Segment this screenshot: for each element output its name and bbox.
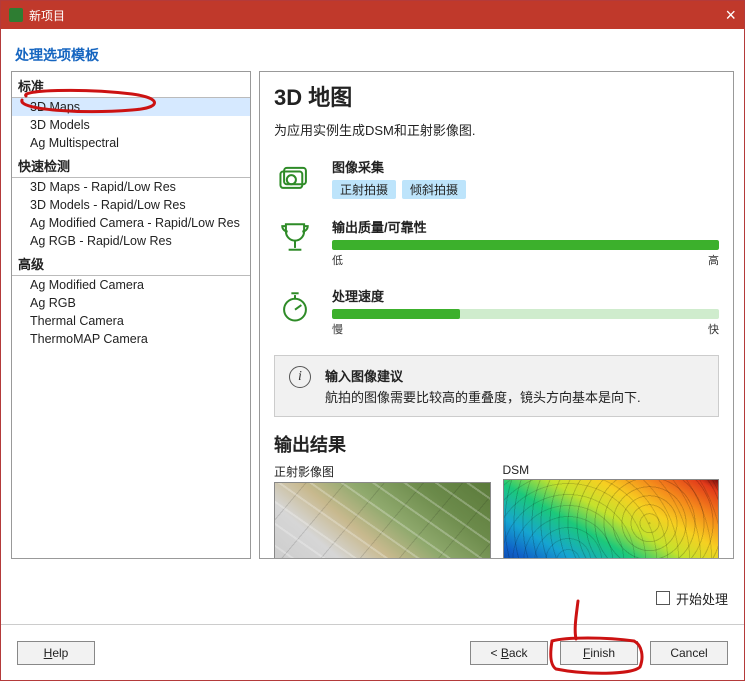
tree-item[interactable]: 3D Models (12, 116, 250, 134)
start-processing-row: 开始处理 (1, 586, 744, 610)
output-thumbnails: 正射影像图 DSM (274, 463, 719, 559)
tree-group-header: 快速检测 (12, 152, 250, 178)
speed-bar (332, 309, 719, 319)
template-tree[interactable]: 标准3D Maps3D ModelsAg Multispectral快速检测3D… (11, 71, 251, 559)
output-section-title: 输出结果 (274, 431, 719, 457)
tree-item[interactable]: 3D Maps (12, 98, 250, 116)
quality-low: 低 (332, 252, 343, 268)
detail-title: 3D 地图 (274, 80, 719, 112)
template-detail: 3D 地图 为应用实例生成DSM和正射影像图. 图像采集 正射拍摄倾斜拍摄 输出… (259, 71, 734, 559)
close-icon[interactable]: × (725, 6, 736, 24)
camera-icon (274, 157, 316, 197)
dsm-thumbnail (503, 479, 720, 559)
tree-item[interactable]: Ag RGB - Rapid/Low Res (12, 232, 250, 250)
capture-tags: 正射拍摄倾斜拍摄 (332, 180, 719, 199)
trophy-icon (274, 217, 316, 257)
help-button[interactable]: Help (17, 641, 95, 665)
tree-item[interactable]: Thermal Camera (12, 312, 250, 330)
start-processing-checkbox[interactable] (656, 591, 670, 605)
tree-item[interactable]: Ag Modified Camera (12, 276, 250, 294)
info-body: 航拍的图像需要比较高的重叠度，镜头方向基本是向下. (325, 387, 641, 406)
tree-item[interactable]: ThermoMAP Camera (12, 330, 250, 348)
tree-item[interactable]: Ag Modified Camera - Rapid/Low Res (12, 214, 250, 232)
ortho-label: 正射影像图 (274, 463, 491, 480)
start-processing-label: 开始处理 (676, 589, 728, 608)
quality-high: 高 (708, 252, 719, 268)
quality-row: 输出质量/可靠性 低 高 (274, 217, 719, 268)
tree-item[interactable]: Ag Multispectral (12, 134, 250, 152)
tree-item[interactable]: Ag RGB (12, 294, 250, 312)
finish-button[interactable]: Finish (560, 641, 638, 665)
info-icon: i (289, 366, 311, 388)
speed-slow: 慢 (332, 321, 343, 337)
stopwatch-icon (274, 286, 316, 326)
tree-group-header: 高级 (12, 250, 250, 276)
capture-label: 图像采集 (332, 157, 719, 176)
app-icon (9, 8, 23, 22)
capture-row: 图像采集 正射拍摄倾斜拍摄 (274, 157, 719, 199)
capture-tag: 倾斜拍摄 (402, 180, 466, 199)
input-suggestion-box: i 输入图像建议 航拍的图像需要比较高的重叠度，镜头方向基本是向下. (274, 355, 719, 417)
dialog-window: 新项目 × 处理选项模板 标准3D Maps3D ModelsAg Multis… (0, 0, 745, 681)
titlebar: 新项目 × (1, 1, 744, 29)
tree-item[interactable]: 3D Models - Rapid/Low Res (12, 196, 250, 214)
ortho-thumbnail (274, 482, 491, 559)
page-subtitle: 处理选项模板 (1, 29, 744, 71)
dialog-footer: Help < Back Finish Cancel (1, 624, 744, 680)
window-title: 新项目 (29, 7, 65, 24)
info-title: 输入图像建议 (325, 366, 641, 385)
cancel-button[interactable]: Cancel (650, 641, 728, 665)
help-button-rest: elp (52, 646, 68, 660)
detail-description: 为应用实例生成DSM和正射影像图. (274, 120, 719, 139)
dsm-label: DSM (503, 463, 720, 477)
tree-item[interactable]: 3D Maps - Rapid/Low Res (12, 178, 250, 196)
speed-row: 处理速度 慢 快 (274, 286, 719, 337)
capture-tag: 正射拍摄 (332, 180, 396, 199)
speed-label: 处理速度 (332, 286, 719, 305)
speed-fast: 快 (708, 321, 719, 337)
tree-group-header: 标准 (12, 72, 250, 98)
quality-bar (332, 240, 719, 250)
quality-label: 输出质量/可靠性 (332, 217, 719, 236)
back-button[interactable]: < Back (470, 641, 548, 665)
hand-annotation-finish (546, 599, 676, 679)
